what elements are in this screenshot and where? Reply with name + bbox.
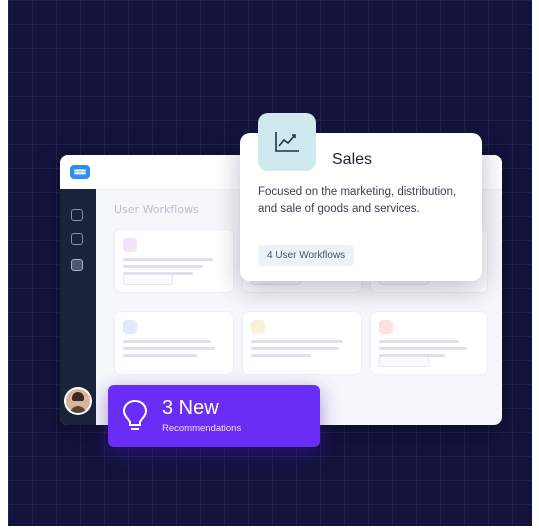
workflow-icon [123,320,137,334]
sidebar-document-icon[interactable] [71,233,83,245]
avatar[interactable] [66,389,90,413]
recommendations-banner[interactable]: 3 New Recommendations [108,385,320,447]
chat-logo-icon[interactable] [70,165,90,179]
workflow-icon [251,320,265,334]
workflow-chip [123,274,173,285]
sidebar [60,189,96,425]
line-chart-icon [258,113,316,171]
background-canvas: User Workflows Sales Focused on the mark… [8,0,532,526]
recommendations-count: 3 New [162,397,219,419]
section-title: User Workflows [114,203,199,216]
workflow-card[interactable] [114,229,234,293]
user-workflows-chip[interactable]: 4 User Workflows [258,245,355,266]
lightbulb-icon [122,399,148,430]
sales-description: Focused on the marketing, distribution, … [258,186,457,215]
sales-workflow-card[interactable]: Sales Focused on the marketing, distribu… [240,113,482,281]
sidebar-dashboard-icon[interactable] [71,209,83,221]
workflow-chip [379,356,429,367]
workflow-card[interactable] [242,311,362,375]
workflow-card[interactable] [114,311,234,375]
workflow-icon [123,238,137,252]
sales-title: Sales [332,151,373,168]
sidebar-workflows-icon[interactable] [71,259,83,271]
recommendations-label: Recommendations [162,423,242,434]
workflow-icon [379,320,393,334]
workflow-card[interactable] [370,311,488,375]
